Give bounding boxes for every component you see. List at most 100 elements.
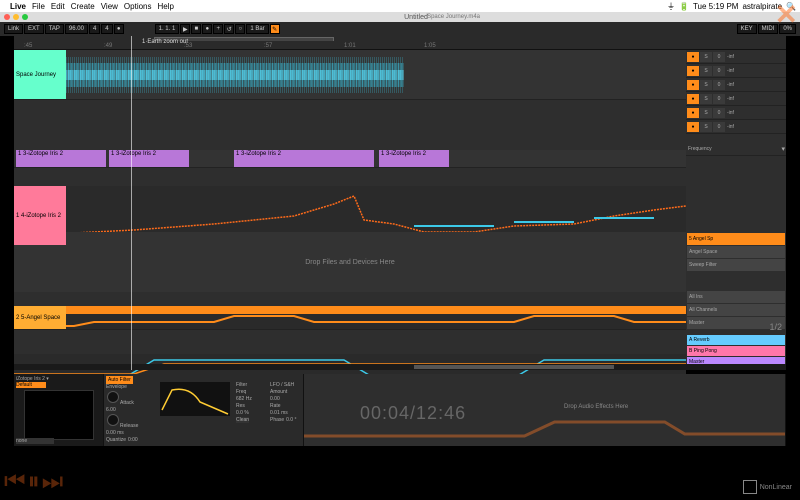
tracks-area[interactable]: Space Journey 1 3-iZotope Iris 2 1 3-iZo…: [14, 50, 686, 370]
scroll-thumb[interactable]: [414, 365, 614, 369]
menu-view[interactable]: View: [101, 2, 118, 11]
device-izotope[interactable]: iZotope Iris 2 ▾ Default none: [14, 374, 104, 446]
tempo-field[interactable]: 96.00: [65, 24, 88, 34]
return-track-a[interactable]: A Reverb: [687, 335, 785, 345]
prev-track-icon[interactable]: ⏮: [4, 468, 26, 496]
attack-knob[interactable]: [107, 391, 119, 403]
menu-create[interactable]: Create: [71, 2, 95, 11]
solo-button[interactable]: S: [700, 94, 712, 104]
track-activator[interactable]: ●: [687, 122, 699, 132]
track-header[interactable]: 1 4-iZotope Iris 2: [14, 186, 66, 245]
mute-button[interactable]: 0: [713, 80, 725, 90]
drop-files-area[interactable]: Drop Files and Devices Here: [14, 232, 686, 292]
user-name[interactable]: astralpirate: [742, 2, 782, 11]
metronome-button[interactable]: ●: [114, 24, 124, 34]
release-value[interactable]: 0.00 ms: [106, 430, 124, 436]
device-auto-filter[interactable]: Auto Filter Envelope Attack 6.00 Release…: [104, 374, 304, 446]
spotlight-icon[interactable]: 🔍: [786, 2, 796, 11]
battery-icon[interactable]: 🔋: [679, 2, 689, 11]
filter-curve-display[interactable]: [160, 382, 230, 416]
track-header[interactable]: Space Journey: [14, 50, 66, 99]
track-activator[interactable]: ●: [687, 66, 699, 76]
device-chain-row[interactable]: 5 Angel Sp: [687, 233, 785, 245]
lfo-rate-value[interactable]: 0.01 ms: [270, 410, 288, 416]
midi-clip[interactable]: 1 3-iZotope Iris 2: [109, 150, 189, 167]
audio-clip[interactable]: [14, 306, 686, 314]
preset-none[interactable]: none: [16, 438, 54, 444]
arrangement-view[interactable]: 1·Earth zoom out :45 :49 :53 :57 1:01 1:…: [14, 36, 786, 370]
menu-options[interactable]: Options: [124, 2, 152, 11]
mute-button[interactable]: 0: [713, 108, 725, 118]
midi-clip[interactable]: 1 3-iZotope Iris 2: [234, 150, 374, 167]
filter-mode[interactable]: Clean: [236, 417, 249, 423]
chevron-down-icon[interactable]: ▾: [781, 145, 785, 153]
menu-edit[interactable]: Edit: [51, 2, 65, 11]
input-channel-chooser[interactable]: All Channels: [687, 304, 785, 316]
play-button[interactable]: ▶: [180, 24, 190, 34]
pencil-tool[interactable]: ✎: [270, 24, 280, 34]
locator-marker[interactable]: 1·Earth zoom out: [142, 39, 188, 45]
return-track-b[interactable]: B Ping Pong: [687, 346, 785, 356]
track-activator[interactable]: ●: [687, 94, 699, 104]
device-chain-row[interactable]: Angel Space: [687, 246, 785, 258]
track-space-journey[interactable]: Space Journey: [14, 50, 686, 100]
vol-display[interactable]: -inf: [726, 96, 785, 102]
record-button[interactable]: ●: [202, 24, 212, 34]
preset-chooser[interactable]: Default: [16, 382, 46, 388]
track-header[interactable]: 2 5-Angel Space: [14, 306, 66, 329]
playhead[interactable]: [131, 36, 132, 370]
resonance-value[interactable]: 0.0 %: [236, 410, 249, 416]
menu-help[interactable]: Help: [158, 2, 174, 11]
ext-sync[interactable]: EXT: [24, 24, 44, 34]
input-type-chooser[interactable]: All Ins: [687, 291, 785, 303]
device-drop-area[interactable]: Drop Audio Effects Here: [304, 374, 786, 446]
mute-button[interactable]: 0: [713, 94, 725, 104]
solo-button[interactable]: S: [700, 108, 712, 118]
vol-display[interactable]: -inf: [726, 124, 785, 130]
close-button[interactable]: [4, 14, 10, 20]
horizontal-scrollbar[interactable]: [14, 364, 786, 370]
midi-map[interactable]: MIDI: [758, 24, 779, 34]
link-toggle[interactable]: Link: [4, 24, 23, 34]
device-title[interactable]: Auto Filter: [106, 376, 133, 384]
mute-button[interactable]: 0: [713, 122, 725, 132]
automation-envelope[interactable]: [14, 314, 686, 330]
key-map[interactable]: KEY: [737, 24, 757, 34]
attack-value[interactable]: 6.00: [106, 407, 116, 413]
midi-clip[interactable]: 1 3-iZotope Iris 2: [379, 150, 449, 167]
menu-file[interactable]: File: [32, 2, 45, 11]
solo-button[interactable]: S: [700, 66, 712, 76]
release-knob[interactable]: [107, 414, 119, 426]
lfo-phase-value[interactable]: 0.0 °: [286, 417, 296, 423]
zoom-button[interactable]: [22, 14, 28, 20]
next-track-icon[interactable]: ⏭: [42, 468, 64, 496]
vol-display[interactable]: -inf: [726, 54, 785, 60]
automation-param-chooser[interactable]: Frequency: [687, 146, 780, 152]
freq-value[interactable]: 682 Hz: [236, 396, 252, 402]
app-menu[interactable]: Live: [10, 2, 26, 11]
midi-clip[interactable]: 1 3-iZotope Iris 2: [16, 150, 106, 167]
vol-display[interactable]: -inf: [726, 68, 785, 74]
clock[interactable]: Tue 5:19 PM: [693, 2, 739, 11]
minimize-button[interactable]: [13, 14, 19, 20]
pager[interactable]: 1/2: [769, 322, 782, 332]
solo-button[interactable]: S: [700, 52, 712, 62]
device-chain-row[interactable]: Sweep Filter: [687, 259, 785, 271]
automation-arm[interactable]: ↺: [224, 24, 234, 34]
solo-button[interactable]: S: [700, 122, 712, 132]
quantize-value[interactable]: 0:00: [128, 437, 138, 443]
wifi-icon[interactable]: ⏚: [667, 1, 675, 12]
position-display[interactable]: 1. 1. 1: [155, 24, 180, 34]
play-pause-icon[interactable]: ⏸: [28, 468, 40, 496]
track-activator[interactable]: ●: [687, 108, 699, 118]
track-activator[interactable]: ●: [687, 52, 699, 62]
vol-display[interactable]: -inf: [726, 82, 785, 88]
timeline-ruler[interactable]: 1·Earth zoom out :45 :49 :53 :57 1:01 1:…: [14, 36, 786, 50]
stop-button[interactable]: ■: [191, 24, 201, 34]
mute-button[interactable]: 0: [713, 52, 725, 62]
lfo-amount-value[interactable]: 0.00: [270, 396, 280, 402]
plugin-gui-icon[interactable]: [24, 390, 94, 440]
track-activator[interactable]: ●: [687, 80, 699, 90]
mute-button[interactable]: 0: [713, 66, 725, 76]
overdub-button[interactable]: +: [213, 24, 223, 34]
